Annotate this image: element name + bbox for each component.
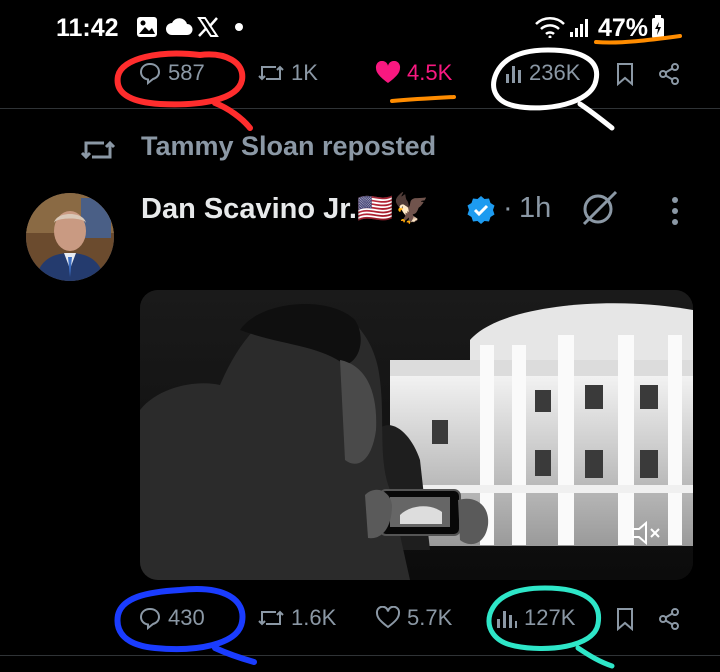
more-options-icon[interactable] [669, 196, 681, 231]
repost-icon [258, 610, 284, 626]
views-icon [506, 66, 521, 83]
wifi-icon [533, 14, 567, 40]
views-count: 127K [524, 605, 576, 630]
mute-icon [632, 520, 660, 546]
bookmark-icon [617, 608, 633, 632]
dot-icon [232, 14, 246, 40]
top-reply-count: 587 [168, 60, 205, 85]
grok-icon[interactable] [580, 190, 620, 231]
views-button[interactable]: 127K [496, 605, 575, 631]
gallery-icon [134, 14, 160, 40]
post-video[interactable] [140, 290, 693, 580]
top-bookmark-button[interactable] [615, 62, 635, 91]
avatar[interactable] [26, 193, 114, 281]
cloud-icon [164, 14, 194, 40]
heart-filled-icon [375, 61, 401, 83]
like-count: 5.7K [407, 605, 453, 630]
reply-button[interactable]: 430 [138, 605, 205, 631]
share-icon [659, 63, 679, 85]
repost-button[interactable]: 1.6K [257, 605, 336, 631]
repost-header-icon [80, 137, 116, 168]
verified-badge-icon [466, 195, 496, 230]
repost-count: 1.6K [291, 605, 337, 630]
share-icon [659, 608, 679, 630]
like-button[interactable]: 5.7K [375, 605, 452, 631]
top-views-button[interactable]: 236K [505, 60, 580, 86]
top-repost-count: 1K [291, 60, 318, 85]
post-divider-bottom [0, 655, 720, 656]
status-time: 11:42 [56, 14, 119, 42]
top-reply-button[interactable]: 587 [138, 60, 205, 86]
heart-icon [375, 606, 401, 629]
views-icon [497, 611, 517, 628]
battery-icon [649, 14, 667, 40]
bookmark-icon [617, 63, 633, 87]
time-separator: · [503, 192, 513, 224]
repost-header-label[interactable]: Tammy Sloan reposted [141, 131, 436, 162]
post-divider [0, 108, 720, 109]
top-repost-button[interactable]: 1K [257, 60, 318, 86]
reply-icon [139, 62, 161, 85]
repost-icon [258, 65, 284, 81]
author-name[interactable]: Dan Scavino Jr.🇺🇸🦅 [141, 192, 429, 226]
mute-button[interactable] [629, 516, 665, 550]
bookmark-button[interactable] [615, 607, 635, 636]
reply-count: 430 [168, 605, 205, 630]
battery-percent: 47% [598, 14, 649, 42]
post-time[interactable]: 1h [519, 192, 551, 225]
top-views-count: 236K [529, 60, 581, 85]
reply-icon [139, 607, 161, 630]
top-like-button[interactable]: 4.5K [375, 60, 452, 86]
signal-icon [568, 14, 592, 40]
top-like-count: 4.5K [407, 60, 453, 85]
x-logo-icon [195, 14, 221, 40]
share-button[interactable] [657, 607, 681, 636]
video-frame [140, 290, 693, 580]
top-share-button[interactable] [657, 62, 681, 91]
orange-annotation-underline-likes [390, 95, 456, 103]
